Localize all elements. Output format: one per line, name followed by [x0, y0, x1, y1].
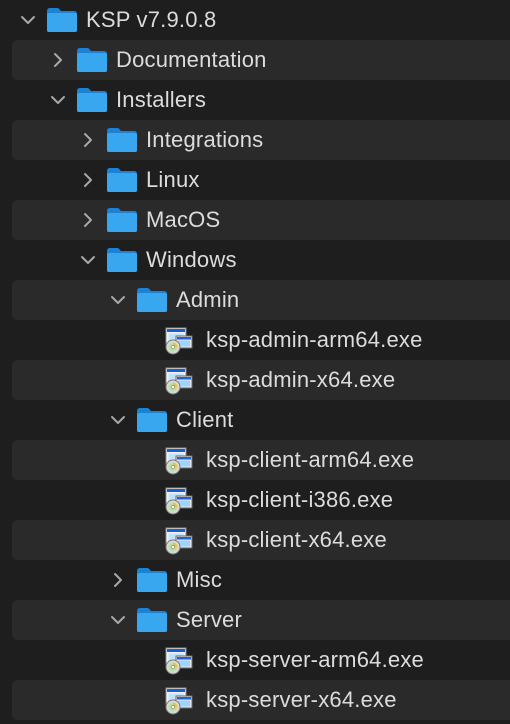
folder-icon — [136, 600, 168, 640]
chevron-right-icon[interactable] — [78, 120, 98, 160]
folder-icon — [46, 0, 78, 40]
folder-icon — [106, 160, 138, 200]
file-tree: KSP v7.9.0.8 Documentation Installers Integ… — [0, 0, 510, 724]
chevron-right-icon[interactable] — [78, 160, 98, 200]
installer-exe-icon — [164, 360, 194, 400]
tree-file-row[interactable]: ksp-admin-x64.exe — [12, 360, 510, 400]
installer-exe-icon — [164, 680, 194, 720]
tree-item-label: Linux — [146, 167, 200, 192]
tree-item-label: KSP v7.9.0.8 — [86, 7, 217, 32]
folder-icon — [106, 120, 138, 160]
tree-item-label: ksp-admin-arm64.exe — [206, 327, 423, 352]
tree-item-label: Misc — [176, 567, 223, 592]
tree-folder-row[interactable]: Documentation — [12, 40, 510, 80]
installer-exe-icon — [164, 320, 194, 360]
tree-item-label: ksp-admin-x64.exe — [206, 367, 396, 392]
installer-exe-icon — [164, 480, 194, 520]
tree-folder-row[interactable]: Integrations — [12, 120, 510, 160]
folder-icon — [136, 560, 168, 600]
folder-icon — [106, 200, 138, 240]
chevron-right-icon[interactable] — [48, 40, 68, 80]
tree-file-row[interactable]: ksp-server-arm64.exe — [12, 640, 510, 680]
chevron-right-icon[interactable] — [78, 200, 98, 240]
chevron-down-icon[interactable] — [78, 240, 98, 280]
installer-exe-icon — [164, 440, 194, 480]
tree-item-label: ksp-client-i386.exe — [206, 487, 394, 512]
tree-folder-row[interactable]: MacOS — [12, 200, 510, 240]
tree-item-label: ksp-server-arm64.exe — [206, 647, 424, 672]
tree-file-row[interactable]: ksp-client-arm64.exe — [12, 440, 510, 480]
tree-folder-row[interactable]: Linux — [12, 160, 510, 200]
tree-folder-row[interactable]: Server — [12, 600, 510, 640]
chevron-right-icon[interactable] — [108, 560, 128, 600]
folder-icon — [136, 400, 168, 440]
folder-icon — [136, 280, 168, 320]
tree-item-label: Server — [176, 607, 242, 632]
chevron-down-icon[interactable] — [108, 280, 128, 320]
chevron-down-icon[interactable] — [108, 600, 128, 640]
tree-item-label: Documentation — [116, 47, 267, 72]
tree-file-row[interactable]: ksp-client-i386.exe — [12, 480, 510, 520]
installer-exe-icon — [164, 520, 194, 560]
chevron-down-icon[interactable] — [108, 400, 128, 440]
chevron-down-icon[interactable] — [18, 0, 38, 40]
chevron-down-icon[interactable] — [48, 80, 68, 120]
tree-item-label: ksp-client-x64.exe — [206, 527, 387, 552]
folder-icon — [76, 80, 108, 120]
tree-file-row[interactable]: ksp-server-x64.exe — [12, 680, 510, 720]
tree-item-label: Installers — [116, 87, 207, 112]
tree-folder-row[interactable]: Client — [12, 400, 510, 440]
tree-item-label: ksp-server-x64.exe — [206, 687, 397, 712]
tree-folder-row[interactable]: Misc — [12, 560, 510, 600]
tree-folder-row[interactable]: Admin — [12, 280, 510, 320]
tree-folder-row[interactable]: Installers — [12, 80, 510, 120]
folder-icon — [76, 40, 108, 80]
installer-exe-icon — [164, 640, 194, 680]
folder-icon — [106, 240, 138, 280]
tree-file-row[interactable]: ksp-client-x64.exe — [12, 520, 510, 560]
tree-item-label: MacOS — [146, 207, 221, 232]
tree-item-label: Admin — [176, 287, 240, 312]
tree-item-label: ksp-client-arm64.exe — [206, 447, 415, 472]
tree-item-label: Windows — [146, 247, 237, 272]
tree-folder-row[interactable]: Windows — [12, 240, 510, 280]
tree-folder-row[interactable]: KSP v7.9.0.8 — [12, 0, 510, 40]
tree-file-row[interactable]: ksp-admin-arm64.exe — [12, 320, 510, 360]
tree-item-label: Integrations — [146, 127, 264, 152]
tree-item-label: Client — [176, 407, 234, 432]
